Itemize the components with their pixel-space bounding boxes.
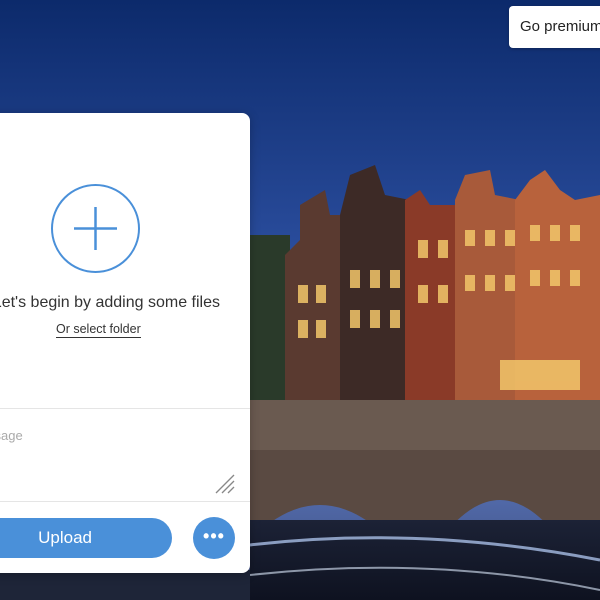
upload-panel: Let's begin by adding some files Or sele…	[0, 113, 250, 573]
go-premium-button[interactable]: Go premium	[509, 6, 600, 48]
add-files-button[interactable]	[51, 184, 140, 273]
message-input[interactable]	[0, 409, 250, 495]
more-options-button[interactable]: •••	[193, 517, 235, 559]
select-folder-link[interactable]: Or select folder	[56, 322, 141, 338]
more-dots-icon: •••	[203, 526, 225, 546]
divider	[0, 501, 250, 502]
add-files-label: Let's begin by adding some files	[0, 294, 220, 311]
upload-button[interactable]: Upload	[0, 518, 172, 558]
plus-icon	[74, 207, 117, 250]
resize-grip-icon[interactable]	[214, 473, 236, 495]
